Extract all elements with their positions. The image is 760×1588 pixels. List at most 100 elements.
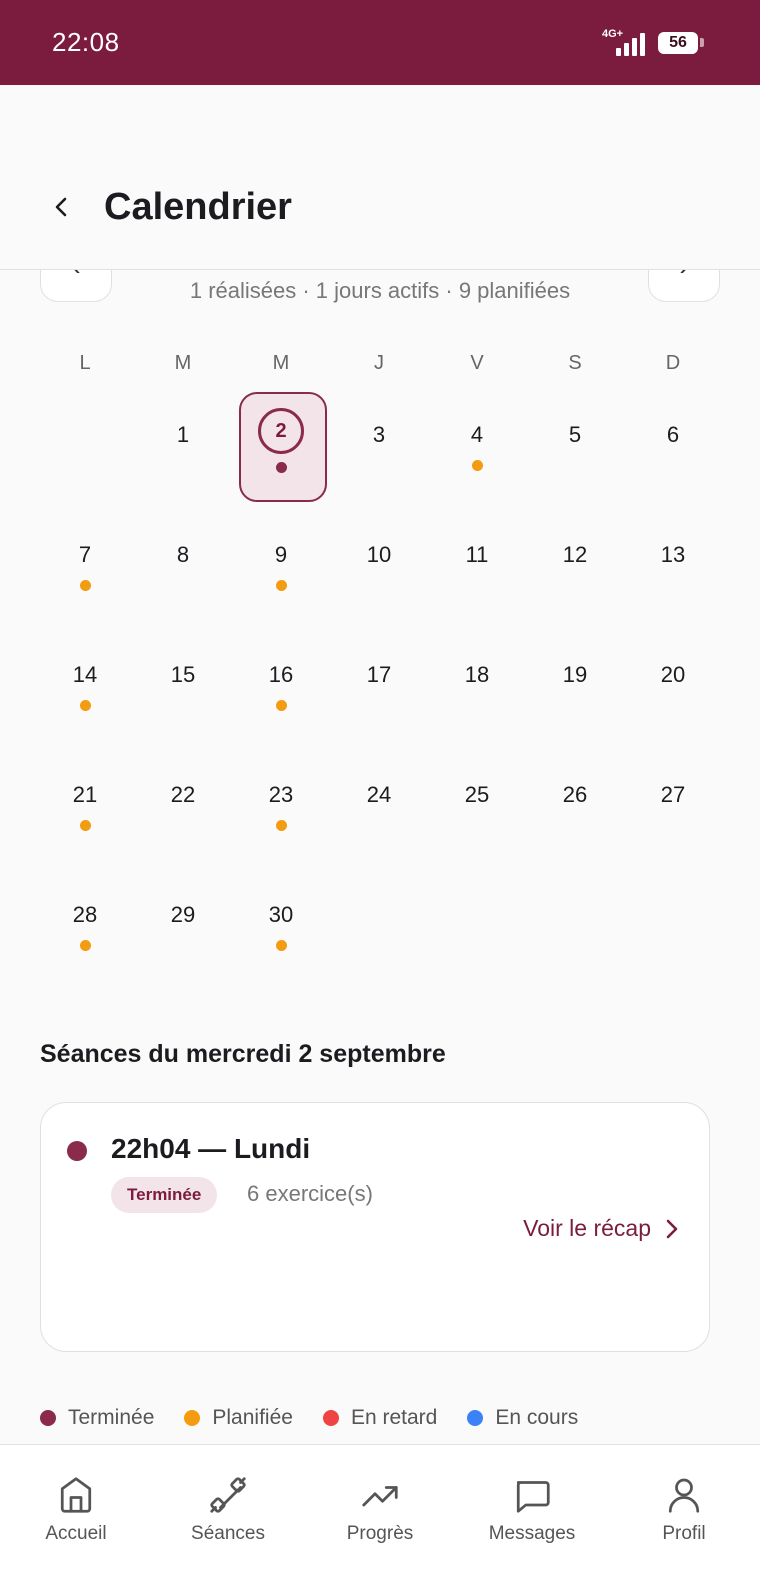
calendar-day[interactable]: 23 (232, 762, 330, 882)
chevron-right-icon (666, 1219, 678, 1238)
calendar-day[interactable]: 13 (624, 522, 722, 642)
legend-label: En cours (495, 1406, 579, 1429)
calendar-blank (36, 402, 134, 522)
month-summary: 1 réalisées · 1 jours actifs · 9 planifi… (189, 278, 571, 303)
session-card[interactable]: 22h04 — Lundi Terminée 6 exercice(s) Voi… (40, 1102, 710, 1352)
nav-item-accueil[interactable]: Accueil (0, 1445, 152, 1588)
day-number: 6 (666, 422, 680, 447)
calendar-day[interactable]: 9 (232, 522, 330, 642)
calendar-day[interactable]: 30 (232, 882, 330, 1002)
calendar-day[interactable]: 25 (428, 762, 526, 882)
calendar-day-selected[interactable]: 2 (232, 392, 330, 502)
calendar-day[interactable]: 11 (428, 522, 526, 642)
calendar-day[interactable]: 21 (36, 762, 134, 882)
day-number: 18 (464, 662, 490, 687)
planned-dot (275, 820, 287, 831)
status-badge: Terminée (111, 1177, 218, 1213)
day-number: 5 (568, 422, 582, 447)
calendar-day[interactable]: 1 (134, 402, 232, 522)
planned-dot (275, 700, 287, 711)
planned-dot (79, 940, 91, 951)
user-icon (668, 1478, 700, 1513)
calendar-day[interactable]: 4 (428, 402, 526, 522)
calendar-day[interactable]: 26 (526, 762, 624, 882)
calendar-day[interactable]: 22 (134, 762, 232, 882)
day-number: 27 (660, 782, 686, 807)
day-number: 19 (562, 662, 588, 687)
status-time: 22:08 (52, 27, 120, 57)
day-number: 12 (562, 542, 588, 567)
day-number: 1 (176, 422, 190, 447)
day-number: 23 (268, 782, 294, 807)
calendar-day[interactable]: 10 (330, 522, 428, 642)
status-dot (67, 1141, 87, 1161)
legend-label: Planifiée (212, 1406, 293, 1429)
calendar-day[interactable]: 27 (624, 762, 722, 882)
exercise-count: 6 exercice(s) (247, 1181, 373, 1206)
message-icon (516, 1481, 550, 1513)
weekday-label: M (174, 352, 192, 374)
chevron-left-icon (55, 197, 67, 217)
battery-icon: 56 (658, 31, 704, 54)
legend-dot (467, 1410, 484, 1426)
calendar-day[interactable]: 7 (36, 522, 134, 642)
day-number: 7 (78, 542, 92, 567)
calendar-day[interactable]: 8 (134, 522, 232, 642)
planned-dot (79, 580, 91, 591)
planned-dot (79, 700, 91, 711)
view-recap-link[interactable]: Voir le récap (523, 1215, 679, 1242)
dumbbell-icon (210, 1477, 246, 1513)
calendar-day[interactable]: 20 (624, 642, 722, 762)
signal-icon: 4G+ (602, 28, 646, 58)
nav-item-progres[interactable]: Progrès (304, 1445, 456, 1588)
sessions-title: Séances du mercredi 2 septembre (40, 1040, 446, 1068)
day-number: 29 (170, 902, 196, 927)
day-number: 30 (268, 902, 294, 927)
status-bar: 22:08 4G+ 56 (0, 0, 760, 85)
weekday-label: S (568, 352, 582, 374)
calendar-day[interactable]: 15 (134, 642, 232, 762)
legend-dot (40, 1410, 56, 1426)
nav-item-seances[interactable]: Séances (152, 1445, 304, 1588)
day-number: 10 (366, 542, 392, 567)
planned-dot (471, 460, 483, 471)
day-number: 25 (464, 782, 490, 807)
planned-dot (79, 820, 91, 831)
legend-item: En cours (467, 1406, 578, 1430)
day-number: 8 (176, 542, 190, 567)
weekday-header: LMMJVSD (36, 352, 722, 375)
weekday-label: J (374, 352, 384, 374)
bottom-navigation: Accueil Séances Progrès Messages Profil (0, 1444, 760, 1588)
calendar-day[interactable]: 3 (330, 402, 428, 522)
calendar-day[interactable]: 18 (428, 642, 526, 762)
legend-dot (322, 1410, 339, 1426)
view-recap-label: Voir le récap (523, 1215, 651, 1241)
calendar-day[interactable]: 16 (232, 642, 330, 762)
weekday-label: D (665, 352, 681, 374)
day-number: 11 (465, 542, 489, 567)
day-number: 26 (562, 782, 588, 807)
legend: Terminée Planifiée En retard En cours (40, 1406, 578, 1430)
calendar-day[interactable]: 19 (526, 642, 624, 762)
calendar-day[interactable]: 29 (134, 882, 232, 1002)
day-number: 4 (470, 422, 484, 447)
calendar-grid: 1 2 3 4 5 6 7 8 9 10 11 12 13 14 15 16 17 18 19 20 21 22 23 24 2… (36, 392, 722, 1002)
day-number: 22 (170, 782, 196, 807)
legend-label: Terminée (68, 1406, 155, 1429)
nav-item-profil[interactable]: Profil (608, 1445, 760, 1588)
day-number: 20 (660, 662, 686, 687)
calendar-day[interactable]: 28 (36, 882, 134, 1002)
calendar-day[interactable]: 5 (526, 402, 624, 522)
weekday-label: M (272, 352, 290, 374)
back-button[interactable] (40, 185, 84, 229)
session-title: 22h04 — Lundi (111, 1133, 311, 1164)
day-number: 21 (72, 782, 98, 807)
legend-label: En retard (350, 1406, 438, 1429)
calendar-day[interactable]: 17 (330, 642, 428, 762)
nav-item-messages[interactable]: Messages (456, 1445, 608, 1588)
calendar-day[interactable]: 24 (330, 762, 428, 882)
calendar-day[interactable]: 6 (624, 402, 722, 522)
nav-label: Messages (488, 1523, 576, 1544)
calendar-day[interactable]: 14 (36, 642, 134, 762)
calendar-day[interactable]: 12 (526, 522, 624, 642)
